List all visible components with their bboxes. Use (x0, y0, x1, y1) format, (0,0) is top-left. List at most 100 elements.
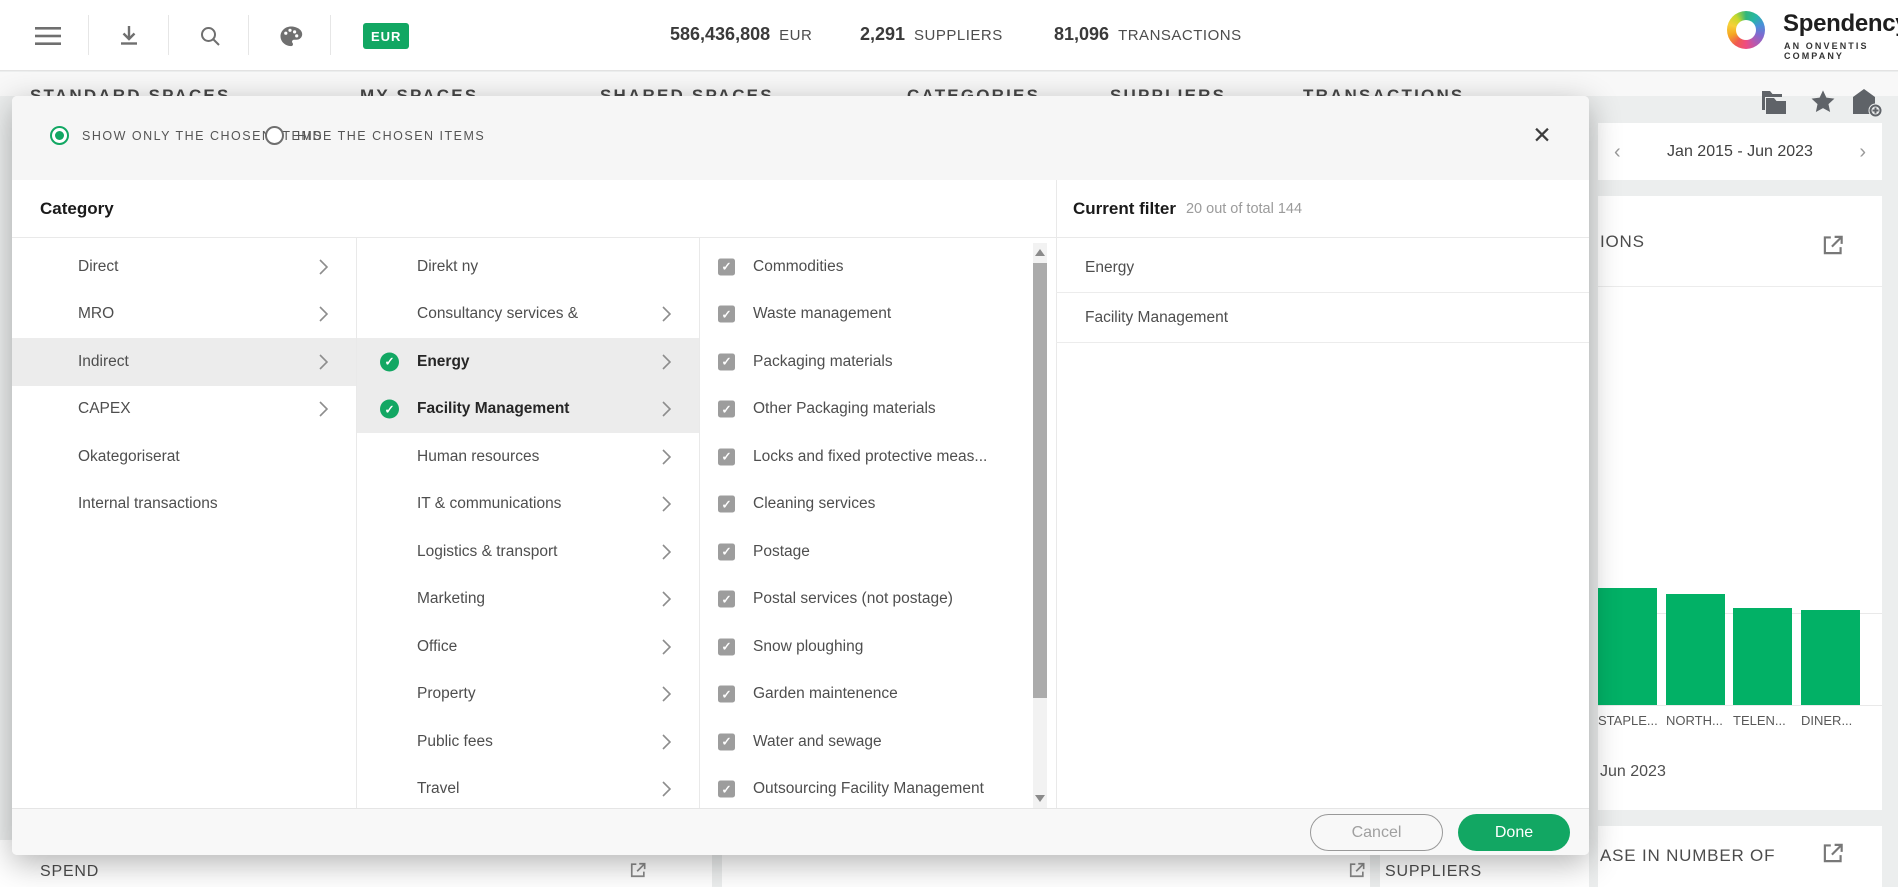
background-card-transactions: IONS STAPLE...NORTH...TELEN...DINER... J… (1598, 196, 1882, 810)
current-filter-item[interactable]: Energy (1056, 243, 1589, 293)
category-label: Marketing (417, 590, 485, 608)
category-level3-row[interactable]: ✓Garden maintenence (700, 671, 1033, 719)
open-external-icon[interactable] (1820, 840, 1846, 866)
bar[interactable] (1733, 608, 1792, 705)
category-level3-row[interactable]: ✓Locks and fixed protective meas... (700, 433, 1033, 481)
favorite-star-icon[interactable] (1806, 86, 1840, 118)
category-level3-row[interactable]: ✓ Postage (700, 528, 1033, 576)
palette-icon[interactable] (272, 17, 310, 55)
category-label: Consultancy services & (417, 305, 578, 323)
chevron-right-icon (662, 401, 671, 417)
chevron-right-icon (319, 354, 328, 370)
category-level2-row[interactable]: Direkt ny (357, 243, 699, 291)
scroll-down-icon[interactable] (1035, 795, 1045, 802)
radio-selected-icon[interactable] (50, 126, 69, 145)
checkbox-checked-icon[interactable]: ✓ (718, 781, 735, 798)
checkbox-checked-icon[interactable]: ✓ (718, 733, 735, 750)
currency-badge[interactable]: EUR (363, 23, 409, 49)
category-level1-row[interactable]: Okategoriserat (12, 433, 356, 481)
modal-footer: Cancel Done (12, 808, 1589, 855)
checkbox-checked-icon[interactable]: ✓ (718, 401, 735, 418)
category-label: Energy (417, 353, 470, 371)
checkbox-checked-icon[interactable]: ✓ (718, 496, 735, 513)
category-level1-row[interactable]: Internal transactions (12, 481, 356, 529)
scrollbar-thumb[interactable] (1033, 263, 1047, 698)
category-level3-row[interactable]: ✓ Cleaning services (700, 481, 1033, 529)
scroll-up-icon[interactable] (1035, 249, 1045, 256)
checkbox-checked-icon[interactable]: ✓ (718, 686, 735, 703)
radio-unselected-icon[interactable] (265, 126, 284, 145)
checkbox-checked-icon[interactable]: ✓ (718, 591, 735, 608)
current-filter-item[interactable]: Facility Management (1056, 293, 1589, 343)
checkbox-checked-icon[interactable]: ✓ (718, 543, 735, 560)
category-label: Other Packaging materials (753, 400, 936, 418)
checkbox-checked-icon[interactable]: ✓ (718, 638, 735, 655)
date-prev-icon[interactable]: ‹ (1614, 142, 1621, 162)
chart-baseline (1598, 705, 1882, 706)
category-level3-row[interactable]: ✓Postal services (not postage) (700, 576, 1033, 624)
chevron-right-icon (662, 544, 671, 560)
category-level2-row[interactable]: Property (357, 671, 699, 719)
date-next-icon[interactable]: › (1859, 142, 1866, 162)
kpi-label: TRANSACTIONS (1118, 27, 1242, 44)
bar[interactable] (1598, 588, 1657, 705)
category-label: Snow ploughing (753, 638, 863, 656)
category-label: Postage (753, 543, 810, 561)
category-level3-row[interactable]: ✓Outsourcing Facility Management (700, 766, 1033, 809)
category-level2-row[interactable]: Marketing (357, 576, 699, 624)
category-level2-row[interactable]: Public fees (357, 718, 699, 766)
date-range-picker[interactable]: ‹ Jan 2015 - Jun 2023 › (1598, 123, 1882, 180)
category-level1-row[interactable]: Direct (12, 243, 356, 291)
selected-check-icon: ✓ (380, 400, 399, 419)
category-label: Cleaning services (753, 495, 875, 513)
checkbox-checked-icon[interactable]: ✓ (718, 353, 735, 370)
category-level2-row[interactable]: Consultancy services & (357, 291, 699, 339)
category-level2-row[interactable]: ✓Energy (357, 338, 699, 386)
checkbox-checked-icon[interactable]: ✓ (718, 448, 735, 465)
brand-tagline: AN ONVENTIS COMPANY (1784, 41, 1898, 61)
radio-hide-chosen[interactable]: HIDE THE CHOSEN ITEMS (265, 126, 485, 145)
bar-chart: STAPLE...NORTH...TELEN...DINER... (1598, 196, 1882, 810)
open-external-icon[interactable] (628, 860, 648, 880)
category-level2-row[interactable]: IT & communications (357, 481, 699, 529)
menu-icon[interactable] (29, 17, 67, 55)
category-level2-row[interactable]: Office (357, 623, 699, 671)
close-icon[interactable]: ✕ (1525, 118, 1559, 152)
chevron-right-icon (662, 639, 671, 655)
divider (168, 15, 169, 55)
cancel-button[interactable]: Cancel (1310, 814, 1443, 851)
download-icon[interactable] (110, 17, 148, 55)
home-add-icon[interactable] (1850, 86, 1884, 118)
scrollbar[interactable] (1033, 243, 1047, 808)
category-level2-row[interactable]: ✓Facility Management (357, 386, 699, 434)
category-level3-row[interactable]: ✓Commodities (700, 243, 1033, 291)
checkbox-checked-icon[interactable]: ✓ (718, 306, 735, 323)
search-icon[interactable] (191, 17, 229, 55)
chevron-right-icon (662, 449, 671, 465)
bar[interactable] (1666, 594, 1725, 705)
checkbox-checked-icon[interactable]: ✓ (718, 258, 735, 275)
chevron-right-icon (662, 781, 671, 797)
category-label: Property (417, 685, 476, 703)
category-level2-list: Direkt nyConsultancy services &✓Energy✓F… (357, 238, 700, 808)
category-level2-row[interactable]: Logistics & transport (357, 528, 699, 576)
category-level3-row[interactable]: ✓Waste management (700, 291, 1033, 339)
spaces-folders-icon[interactable] (1756, 86, 1790, 118)
category-label: Direct (78, 258, 118, 276)
modal-title-row: Category Current filter 20 out of total … (12, 180, 1589, 238)
spendency-logo-icon (1727, 11, 1765, 49)
done-button[interactable]: Done (1458, 814, 1570, 851)
category-level2-row[interactable]: Human resources (357, 433, 699, 481)
category-level1-row[interactable]: Indirect (12, 338, 356, 386)
category-level3-row[interactable]: ✓ Other Packaging materials (700, 386, 1033, 434)
category-level3-row[interactable]: ✓Packaging materials (700, 338, 1033, 386)
card-title-truncated: ASE IN NUMBER OF (1600, 846, 1775, 866)
category-level1-row[interactable]: MRO (12, 291, 356, 339)
category-level1-row[interactable]: CAPEX (12, 386, 356, 434)
category-level3-row[interactable]: ✓Water and sewage (700, 718, 1033, 766)
category-level3-row[interactable]: ✓ Snow ploughing (700, 623, 1033, 671)
open-external-icon[interactable] (1347, 860, 1367, 880)
category-label: IT & communications (417, 495, 561, 513)
bar[interactable] (1801, 610, 1860, 705)
category-level2-row[interactable]: Travel (357, 766, 699, 809)
